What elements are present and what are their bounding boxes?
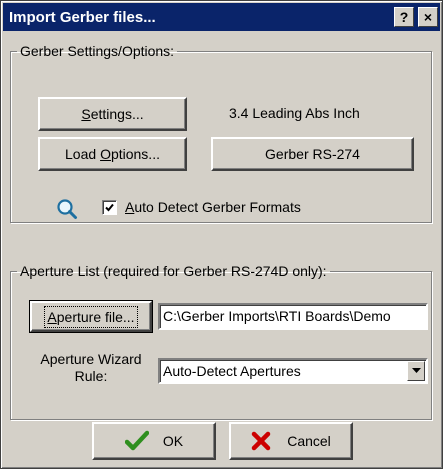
gerber-settings-group: Gerber Settings/Options: xyxy=(10,43,432,223)
close-button[interactable]: × xyxy=(418,7,438,27)
auto-detect-label[interactable]: Auto Detect Gerber Formats xyxy=(125,199,301,215)
dropdown-arrow-icon[interactable] xyxy=(407,361,425,381)
wizard-rule-select[interactable]: Auto-Detect Apertures xyxy=(158,358,428,384)
wizard-rule-label: Aperture Wizard Rule: xyxy=(40,351,142,384)
ok-button[interactable]: OK xyxy=(92,422,216,460)
aperture-list-group: Aperture List (required for Gerber RS-27… xyxy=(10,263,432,420)
aperture-file-button[interactable]: Aperture file... xyxy=(29,300,153,333)
settings-button[interactable]: Settings... xyxy=(38,97,187,131)
aperture-path-input[interactable]: C:\Gerber Imports\RTI Boards\Demo xyxy=(158,303,428,330)
gerber-format-text: 3.4 Leading Abs Inch xyxy=(229,105,360,121)
gerber-type-button[interactable]: Gerber RS-274 xyxy=(211,137,414,171)
title-bar[interactable]: Import Gerber files... ? × xyxy=(3,3,440,31)
checkmark-icon xyxy=(124,430,149,452)
cancel-button[interactable]: Cancel xyxy=(229,422,353,460)
checkmark-icon xyxy=(105,203,114,212)
load-options-button[interactable]: Load Options... xyxy=(38,137,187,171)
gerber-settings-legend: Gerber Settings/Options: xyxy=(20,43,175,59)
import-gerber-dialog: Import Gerber files... ? × Gerber Settin… xyxy=(0,0,443,469)
magnifier-icon[interactable] xyxy=(56,198,78,220)
ok-label: OK xyxy=(162,433,184,449)
window-title: Import Gerber files... xyxy=(9,8,156,26)
cancel-label: Cancel xyxy=(287,433,331,449)
help-button[interactable]: ? xyxy=(394,7,414,27)
wizard-rule-value: Auto-Detect Apertures xyxy=(163,363,301,379)
auto-detect-checkbox[interactable] xyxy=(102,200,117,215)
cancel-x-icon xyxy=(251,431,271,451)
aperture-list-legend: Aperture List (required for Gerber RS-27… xyxy=(20,263,327,279)
